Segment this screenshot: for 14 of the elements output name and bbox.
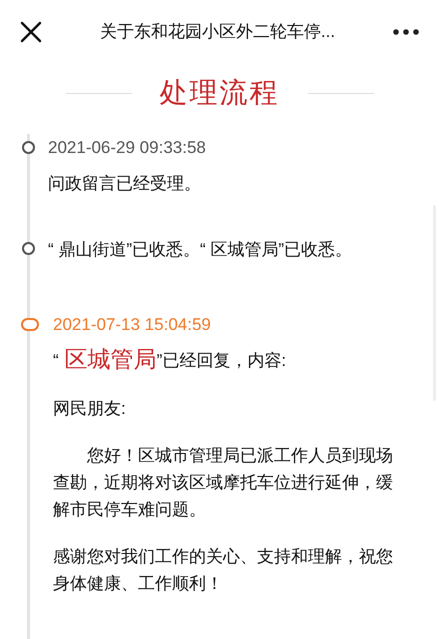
reply-status: ”已经回复，内容: <box>156 350 286 372</box>
timestamp: 2021-06-29 09:33:58 <box>48 137 207 159</box>
quote-mark: “ <box>53 350 59 372</box>
reply-paragraph: 您好！区城市管理局已派工作人员到现场查勘，近期将对该区域摩托车位进行延伸，缓解市民停车难问题。 <box>52 445 394 521</box>
timeline-text: “ 鼎山街道”已收悉。“ 区城管局”已收悉。 <box>48 239 354 261</box>
reply-paragraph: 感谢您对我们工作的关心、支持和理解，祝您身体健康、工作顺利！ <box>52 546 394 595</box>
agency-name: 区城管局 <box>64 345 157 374</box>
timestamp: 2021-07-13 15:04:59 <box>52 314 212 336</box>
reply-paragraph: 网民朋友: <box>52 398 127 420</box>
section-title: 处理流程 <box>160 76 280 110</box>
timeline-text: 问政留言已经受理。 <box>48 173 202 195</box>
close-icon[interactable] <box>20 21 42 43</box>
more-icon[interactable] <box>393 29 419 35</box>
page-title: 关于东和花园小区外二轮车停... <box>98 21 336 44</box>
